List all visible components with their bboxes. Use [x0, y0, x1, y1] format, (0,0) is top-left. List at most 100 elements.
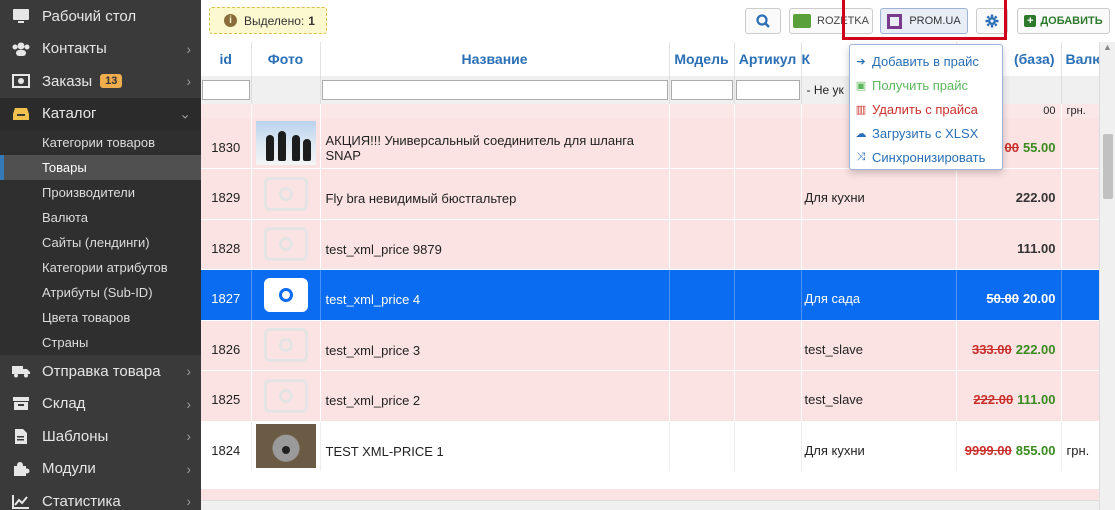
category-cell: test_slave — [801, 370, 957, 422]
currency-cell — [1061, 269, 1099, 321]
prom-button[interactable]: PROM.UA — [880, 8, 968, 34]
old-price: 9999.00 — [964, 442, 1012, 458]
photo-cell — [251, 320, 321, 371]
category-cell: Для кухни — [801, 421, 957, 472]
currency-cell — [1061, 370, 1099, 422]
search-button[interactable] — [745, 8, 781, 34]
product-id: 1826 — [201, 320, 252, 371]
table-row[interactable]: 1829 Fly bra невидимый бюстгальтер Для кух… — [201, 168, 1099, 220]
sidebar-item-templates[interactable]: Шаблоны › — [0, 420, 201, 453]
current-price: 55.00 — [1022, 139, 1056, 155]
old-price: 00 — [1004, 139, 1019, 155]
table-row[interactable]: 1824 TEST XML-PRICE 1 Для кухни 9999.00 855.… — [201, 421, 1099, 472]
table-row[interactable]: 1825 test_xml_price 2 test_slave 222.00 111.… — [201, 370, 1099, 422]
camera-icon — [263, 227, 308, 262]
sidebar-item-desktop[interactable]: Рабочий стол — [0, 0, 201, 33]
table-cell — [251, 104, 321, 118]
submenu-item-countries[interactable]: Страны — [0, 330, 201, 355]
chevron-right-icon: › — [186, 493, 191, 510]
table-row[interactable]: 1827 test_xml_price 4 Для сада 50.00 20.00 — [201, 269, 1099, 321]
submenu-item-colors[interactable]: Цвета товаров — [0, 305, 201, 330]
product-name[interactable]: test_xml_price 4 — [320, 269, 670, 321]
table-cell — [201, 104, 252, 118]
current-price: 222.00 — [1015, 341, 1056, 357]
camera-icon — [263, 176, 308, 211]
submenu-item-attribute-categories[interactable]: Категории атрибутов — [0, 255, 201, 280]
sidebar-item-catalog[interactable]: Каталог ⌄ — [0, 97, 201, 130]
product-name[interactable]: АКЦИЯ!!! Универсальный соединитель для ш… — [320, 118, 670, 169]
submenu-item-attributes[interactable]: Атрибуты (Sub-ID) — [0, 280, 201, 305]
model-cell — [669, 320, 735, 371]
product-name[interactable]: test_xml_price 2 — [320, 370, 670, 422]
users-icon — [11, 40, 31, 58]
camera-icon — [263, 328, 308, 363]
menu-item-sync[interactable]: ⤨ Синхронизировать — [850, 145, 1002, 169]
table-cell — [734, 104, 802, 118]
submenu-item-currency[interactable]: Валюта — [0, 205, 201, 230]
menu-item-add-to-price[interactable]: ➔ Добавить в прайс — [850, 49, 1002, 73]
sidebar-item-orders[interactable]: Заказы 13 › — [0, 65, 201, 98]
filter-cell — [734, 76, 802, 104]
current-price: 20.00 — [1022, 291, 1056, 307]
product-photo[interactable] — [255, 121, 316, 165]
product-name[interactable]: TEST XML-PRICE 1 — [320, 421, 670, 472]
column-header-model[interactable]: Модель — [669, 42, 735, 76]
vertical-scrollbar[interactable]: ▲ — [1099, 42, 1115, 510]
product-name[interactable]: test_xml_price 3 — [320, 320, 670, 371]
sidebar-item-label: Модули — [42, 460, 96, 478]
submenu-item-categories[interactable]: Категории товаров — [0, 130, 201, 155]
filter-model-input[interactable] — [670, 80, 733, 100]
product-name[interactable]: test_xml_price 9879 — [320, 219, 670, 270]
submenu-item-sites[interactable]: Сайты (лендинги) — [0, 230, 201, 255]
table-row[interactable]: 1826 test_xml_price 3 test_slave 333.00 222.… — [201, 320, 1099, 371]
scroll-up-icon[interactable]: ▲ — [1100, 42, 1115, 56]
truck-icon — [11, 362, 31, 380]
chevron-right-icon: › — [186, 460, 191, 477]
selected-count: 1 — [308, 13, 315, 28]
column-header-article[interactable]: Артикул — [734, 42, 802, 76]
currency-cell — [1061, 219, 1099, 270]
photo-cell — [251, 370, 321, 422]
product-id: 1824 — [201, 421, 252, 472]
menu-item-label: Получить прайс — [872, 77, 969, 93]
category-cell: Для сада — [801, 269, 957, 321]
menu-item-get-price[interactable]: ▣ Получить прайс — [850, 73, 1002, 97]
product-photo[interactable] — [255, 424, 316, 469]
current-price: 222.00 — [1015, 190, 1056, 206]
menu-item-upload-xlsx[interactable]: ☁ Загрузить с XLSX — [850, 121, 1002, 145]
sidebar-item-modules[interactable]: Модули › — [0, 453, 201, 486]
catalog-submenu: Категории товаров Товары Производители В… — [0, 130, 201, 355]
filter-id-input[interactable] — [202, 80, 250, 100]
column-header-id[interactable]: id — [201, 42, 252, 76]
rozetka-button[interactable]: ROZETKA — [789, 8, 873, 34]
sidebar-item-statistics[interactable]: Статистика › — [0, 485, 201, 510]
menu-item-label: Загрузить с XLSX — [872, 125, 979, 141]
horizontal-scrollbar[interactable] — [201, 500, 1099, 510]
category-cell — [801, 219, 957, 270]
product-id: 1829 — [201, 168, 252, 220]
sidebar-item-shipping[interactable]: Отправка товара › — [0, 355, 201, 388]
rozetka-logo-icon — [793, 14, 812, 28]
column-header-photo[interactable]: Фото — [251, 42, 321, 76]
photo-cell — [251, 269, 321, 321]
prom-dropdown-menu: ➔ Добавить в прайс ▣ Получить прайс ▥ Удали… — [849, 44, 1003, 170]
column-header-name[interactable]: Название — [320, 42, 670, 76]
product-name[interactable]: Fly bra невидимый бюстгальтер — [320, 168, 670, 220]
settings-button[interactable] — [976, 8, 1008, 34]
inbox-icon — [11, 105, 31, 123]
filter-name-input[interactable] — [321, 80, 668, 100]
column-header-currency[interactable]: Валю — [1061, 42, 1099, 76]
filter-article-input[interactable] — [735, 80, 800, 100]
price-cell: 222.00 111.00 — [956, 370, 1062, 422]
archive-icon — [11, 395, 31, 413]
sidebar-item-contacts[interactable]: Контакты › — [0, 33, 201, 66]
sidebar-item-warehouse[interactable]: Склад › — [0, 388, 201, 421]
table-row[interactable]: 1828 test_xml_price 9879 111.00 — [201, 219, 1099, 270]
excel-icon: ▣ — [855, 79, 867, 92]
submenu-item-products[interactable]: Товары — [0, 155, 201, 180]
partial-currency: грн. — [1061, 104, 1099, 118]
scroll-thumb[interactable] — [1103, 134, 1113, 199]
add-button[interactable]: + ДОБАВИТЬ — [1017, 8, 1110, 34]
menu-item-remove-from-price[interactable]: ▥ Удалить с прайса — [850, 97, 1002, 121]
submenu-item-manufacturers[interactable]: Производители — [0, 180, 201, 205]
